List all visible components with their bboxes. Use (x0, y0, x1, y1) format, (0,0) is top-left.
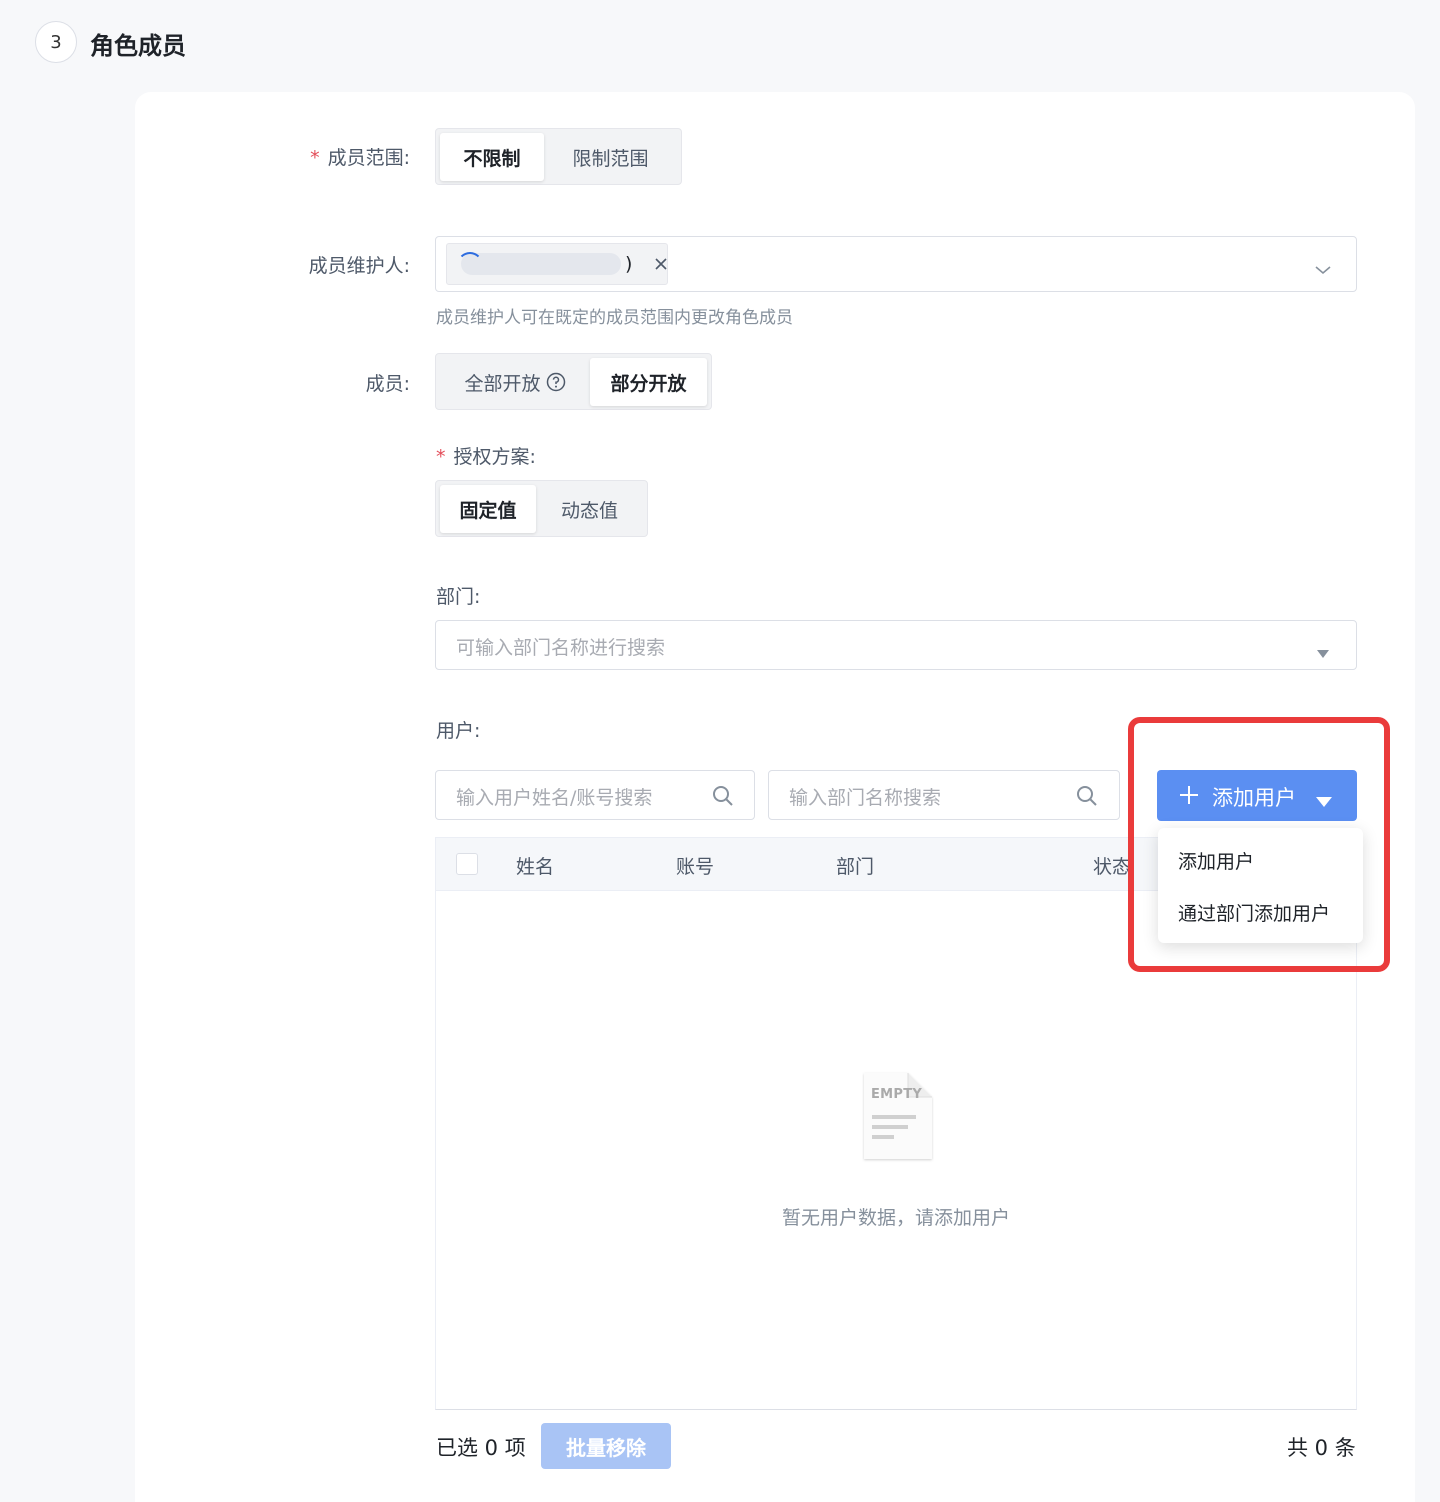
member-scope-segmented: 不限制 限制范围 (435, 128, 682, 185)
empty-image-label: EMPTY (871, 1087, 923, 1102)
total-count-text: 共 0 条 (1287, 1436, 1356, 1460)
column-header-department[interactable]: 部门 (836, 852, 874, 879)
column-header-name[interactable]: 姓名 (516, 852, 554, 879)
scope-option-unlimited[interactable]: 不限制 (440, 133, 545, 181)
close-icon[interactable] (647, 249, 675, 279)
dept-search-placeholder: 输入部门名称搜索 (789, 787, 942, 809)
step-number: 3 (35, 21, 77, 63)
members-option-all-label: 全部开放 (464, 372, 541, 395)
empty-document-icon: EMPTY (862, 1071, 934, 1163)
member-maintainer-hint: 成员维护人可在既定的成员范围内更改角色成员 (436, 308, 793, 328)
department-label: 部门: (436, 586, 481, 608)
empty-state-text: 暂无用户数据，请添加用户 (781, 1207, 1010, 1229)
question-circle-icon[interactable] (546, 372, 566, 392)
user-search-input[interactable]: 输入用户姓名/账号搜索 (435, 770, 755, 820)
auth-option-fixed[interactable]: 固定值 (440, 485, 537, 533)
members-option-all[interactable]: 全部开放 (440, 358, 590, 406)
required-mark: * (310, 147, 320, 169)
maintainer-tag-blurred-name (461, 253, 621, 275)
department-select-placeholder: 可输入部门名称进行搜索 (456, 637, 666, 659)
user-search-placeholder: 输入用户姓名/账号搜索 (456, 787, 653, 809)
section-title: 角色成员 (90, 32, 186, 60)
batch-remove-button[interactable]: 批量移除 (541, 1423, 671, 1469)
dept-search-input[interactable]: 输入部门名称搜索 (768, 770, 1120, 820)
select-all-checkbox[interactable] (456, 853, 478, 875)
maintainer-tag-text: ) (625, 253, 633, 275)
search-icon[interactable] (711, 784, 735, 813)
auth-option-dynamic[interactable]: 动态值 (536, 485, 643, 533)
required-mark: * (436, 446, 446, 468)
members-label: 成员: (365, 373, 410, 395)
auth-scheme-segmented: 固定值 动态值 (435, 480, 648, 537)
chevron-down-icon[interactable] (1314, 257, 1332, 281)
caret-down-icon[interactable] (1316, 640, 1330, 664)
scope-option-limited[interactable]: 限制范围 (544, 133, 677, 181)
member-maintainer-select[interactable]: ) (435, 236, 1357, 292)
members-option-partial[interactable]: 部分开放 (590, 358, 707, 406)
auth-scheme-label: * 授权方案: (436, 442, 536, 469)
highlight-annotation-box (1128, 717, 1390, 972)
search-icon[interactable] (1075, 784, 1099, 813)
column-header-status[interactable]: 状态 (1093, 852, 1131, 879)
members-segmented: 全部开放 部分开放 (435, 353, 712, 410)
maintainer-tag: ) (446, 243, 668, 285)
auth-scheme-label-text: 授权方案: (453, 446, 536, 468)
department-select[interactable]: 可输入部门名称进行搜索 (435, 620, 1357, 670)
column-header-account[interactable]: 账号 (676, 852, 714, 879)
member-maintainer-label: 成员维护人: (308, 255, 410, 277)
selected-count-text: 已选 0 项 (436, 1436, 526, 1460)
avatar (457, 252, 483, 278)
users-label: 用户: (436, 720, 481, 742)
member-scope-label-text: 成员范围: (327, 147, 410, 169)
member-scope-label: * 成员范围: (290, 143, 410, 170)
